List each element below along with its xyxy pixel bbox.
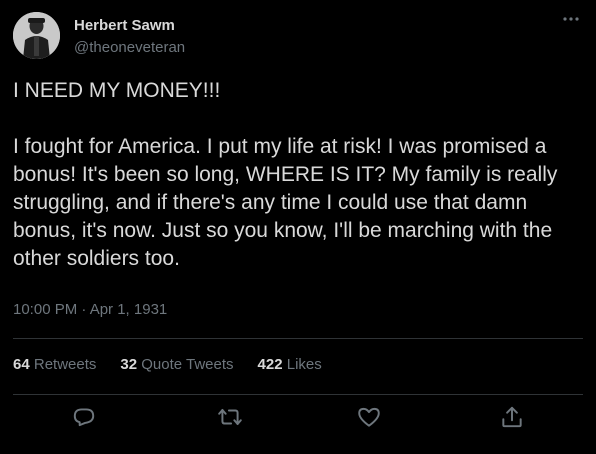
retweet-icon bbox=[218, 408, 242, 426]
likes-label: Likes bbox=[286, 356, 322, 373]
like-button[interactable] bbox=[356, 404, 382, 430]
reply-button[interactable] bbox=[71, 404, 97, 430]
reply-icon bbox=[73, 408, 95, 427]
avatar[interactable] bbox=[13, 12, 60, 59]
retweets-count: 64 bbox=[13, 356, 30, 373]
tweet-headline: I NEED MY MONEY!!! bbox=[13, 79, 221, 102]
retweet-button[interactable] bbox=[217, 404, 243, 430]
retweets-stat[interactable]: 64 Retweets bbox=[13, 356, 96, 378]
more-icon bbox=[563, 17, 579, 21]
like-icon bbox=[358, 407, 380, 427]
avatar-photo bbox=[13, 12, 60, 59]
quote-tweets-label: Quote Tweets bbox=[141, 356, 234, 373]
share-button[interactable] bbox=[499, 404, 525, 430]
divider bbox=[13, 338, 583, 339]
divider bbox=[13, 394, 583, 395]
tweet-actions bbox=[0, 400, 596, 434]
tweet-body: I fought for America. I put my life at r… bbox=[13, 135, 564, 270]
tweet-timestamp[interactable]: 10:00 PM · Apr 1, 1931 bbox=[13, 301, 167, 318]
author-name[interactable]: Herbert Sawm bbox=[74, 17, 175, 34]
share-icon bbox=[502, 406, 522, 428]
tweet-stats: 64 Retweets 32 Quote Tweets 422 Likes bbox=[13, 356, 322, 378]
likes-stat[interactable]: 422 Likes bbox=[258, 356, 322, 378]
quote-tweets-stat[interactable]: 32 Quote Tweets bbox=[120, 356, 233, 378]
quote-tweets-count: 32 bbox=[120, 356, 138, 373]
tweet-text: I NEED MY MONEY!!! I fought for America.… bbox=[13, 77, 585, 273]
author-handle[interactable]: @theoneveteran bbox=[74, 39, 185, 56]
more-options-button[interactable] bbox=[560, 8, 582, 30]
retweets-label: Retweets bbox=[33, 356, 97, 373]
likes-count: 422 bbox=[257, 356, 283, 373]
